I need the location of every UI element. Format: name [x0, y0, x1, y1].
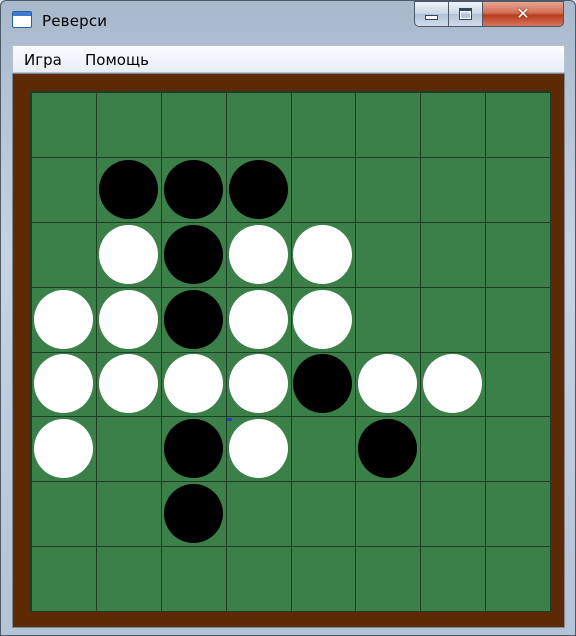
mouse-cursor-mark: [226, 418, 232, 422]
black-disc: [98, 159, 158, 219]
board-cell-r6-c2[interactable]: [95, 416, 162, 483]
board-cell-r1-c7[interactable]: [420, 92, 487, 158]
board-cell-r2-c5[interactable]: [290, 156, 357, 223]
board-cell-r3-c1[interactable]: [31, 221, 97, 288]
board-cell-r2-c1[interactable]: [31, 156, 97, 223]
board-cell-r4-c7[interactable]: [420, 286, 487, 353]
board-cell-r8-c5[interactable]: [290, 546, 357, 612]
close-button[interactable]: ✕: [482, 1, 564, 27]
white-disc: [98, 224, 158, 284]
window-title: Реверси: [42, 12, 108, 30]
board-cell-r2-c8[interactable]: [485, 156, 551, 223]
menu-game[interactable]: Игра: [24, 51, 62, 69]
board-cell-r4-c6[interactable]: [355, 286, 422, 353]
board-cell-r8-c2[interactable]: [95, 546, 162, 612]
white-disc: [228, 289, 288, 349]
white-disc: [33, 289, 93, 349]
white-disc: [163, 354, 223, 414]
board-cell-r7-c6[interactable]: [355, 481, 422, 548]
game-board: [30, 91, 551, 612]
board-cell-r7-c2[interactable]: [95, 481, 162, 548]
black-disc: [163, 419, 223, 479]
board-cell-r8-c7[interactable]: [420, 546, 487, 612]
board-cell-r3-c7[interactable]: [420, 221, 487, 288]
board-cell-r6-c8[interactable]: [485, 416, 551, 483]
board-cell-r1-c3[interactable]: [160, 92, 227, 158]
white-disc: [228, 354, 288, 414]
white-disc: [33, 419, 93, 479]
menu-bar: Игра Помощь: [12, 45, 565, 73]
board-cell-r8-c3[interactable]: [160, 546, 227, 612]
board-cell-r5-c8[interactable]: [485, 351, 551, 418]
board-cell-r8-c8[interactable]: [485, 546, 551, 612]
board-cell-r3-c8[interactable]: [485, 221, 551, 288]
board-cell-r1-c8[interactable]: [485, 92, 551, 158]
maximize-button[interactable]: [448, 1, 483, 27]
minimize-icon: [425, 15, 438, 20]
close-icon: ✕: [516, 4, 530, 23]
board-cell-r3-c6[interactable]: [355, 221, 422, 288]
window-icon: [12, 11, 32, 28]
reversi-window: Реверси ✕ Игра Помощь: [0, 0, 576, 636]
board-cell-r6-c5[interactable]: [290, 416, 357, 483]
maximize-icon: [459, 8, 472, 20]
black-disc: [163, 289, 223, 349]
board-cell-r1-c2[interactable]: [95, 92, 162, 158]
board-cell-r6-c7[interactable]: [420, 416, 487, 483]
board-cell-r7-c4[interactable]: [225, 481, 292, 548]
white-disc: [98, 289, 158, 349]
minimize-button[interactable]: [414, 1, 449, 27]
board-cell-r8-c4[interactable]: [225, 546, 292, 612]
board-cell-r7-c1[interactable]: [31, 481, 97, 548]
board-cell-r7-c5[interactable]: [290, 481, 357, 548]
white-disc: [98, 354, 158, 414]
white-disc: [33, 354, 93, 414]
board-cell-r2-c7[interactable]: [420, 156, 487, 223]
white-disc: [293, 224, 353, 284]
board-cell-r4-c8[interactable]: [485, 286, 551, 353]
board-cell-r7-c7[interactable]: [420, 481, 487, 548]
board-cell-r1-c5[interactable]: [290, 92, 357, 158]
title-bar[interactable]: Реверси ✕: [1, 1, 575, 41]
board-cell-r8-c6[interactable]: [355, 546, 422, 612]
board-cell-r1-c4[interactable]: [225, 92, 292, 158]
white-disc: [228, 224, 288, 284]
black-disc: [228, 159, 288, 219]
board-cell-r1-c6[interactable]: [355, 92, 422, 158]
board-cell-r1-c1[interactable]: [31, 92, 97, 158]
black-disc: [163, 484, 223, 544]
board-cell-r7-c8[interactable]: [485, 481, 551, 548]
board-cell-r8-c1[interactable]: [31, 546, 97, 612]
menu-help[interactable]: Помощь: [85, 51, 149, 69]
black-disc: [163, 224, 223, 284]
board-frame: [12, 73, 565, 628]
black-disc: [163, 159, 223, 219]
white-disc: [228, 419, 288, 479]
white-disc: [293, 289, 353, 349]
board-cell-r2-c6[interactable]: [355, 156, 422, 223]
